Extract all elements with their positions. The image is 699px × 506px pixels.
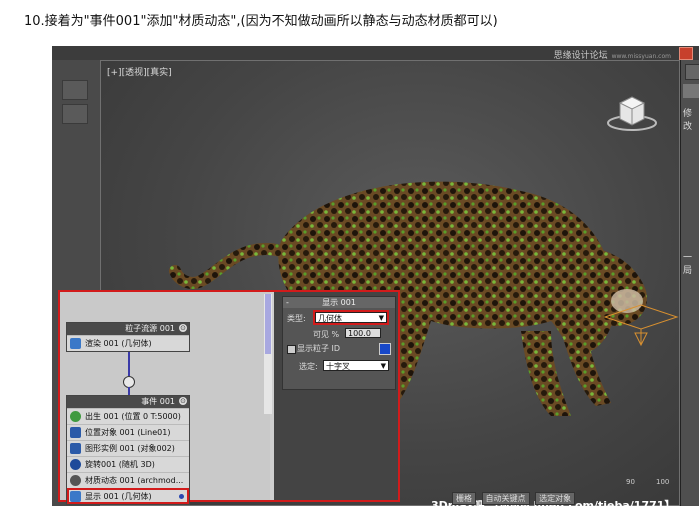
rotation-icon — [70, 459, 81, 470]
selected-label: 选定: — [299, 362, 318, 371]
event-node[interactable]: 事件 001 ⊙ 出生 001 (位置 0 T:5000) 位置对象 001 (L… — [66, 395, 190, 505]
shape-instance-operator[interactable]: 图形实例 001 (对象002) — [67, 440, 189, 456]
visible-percent-spinner[interactable]: 100.0 — [345, 328, 381, 338]
viewcube-icon[interactable] — [607, 93, 657, 133]
flow-source-node[interactable]: 粒子流源 001 ⊙ 渲染 001 (几何体) — [66, 322, 190, 352]
particle-view-window: 粒子流源 001 ⊙ 渲染 001 (几何体) 事件 001 ⊙ 出生 001 (位… — [58, 290, 400, 505]
display-rollout: - 显示 001 类型: 几何体 ▼ 可见 % 100.0 显示粒子 ID 选定: … — [282, 296, 396, 390]
rollout-title[interactable]: - 显示 001 — [283, 297, 395, 308]
auto-key-button[interactable]: 自动关键点 — [481, 492, 530, 505]
flow-node-title[interactable]: 粒子流源 001 ⊙ — [67, 323, 189, 335]
position-icon — [70, 427, 81, 438]
title-bar: 思缘设计论坛 www.missyuan.com — [52, 46, 699, 61]
rotation-operator[interactable]: 旋转001 (随机 3D) — [67, 456, 189, 472]
display-icon — [70, 491, 81, 502]
step-caption: 10.接着为"事件001"添加"材质动态",(因为不知做动画所以静态与动态材质都… — [24, 14, 498, 29]
render-operator[interactable]: 渲染 001 (几何体) — [67, 335, 189, 351]
selected-dropdown[interactable]: 十字叉 ▼ — [323, 360, 389, 371]
type-label: 类型: — [287, 314, 306, 323]
type-dropdown[interactable]: 几何体 ▼ — [313, 310, 389, 325]
app-icon[interactable] — [679, 47, 693, 60]
graph-scrollbar[interactable] — [264, 294, 272, 414]
viewport-label[interactable]: [+][透视][真实] — [107, 65, 172, 78]
show-id-checkbox[interactable] — [287, 345, 296, 354]
event-node-title[interactable]: 事件 001 ⊙ — [67, 396, 189, 408]
parameters-panel: - 显示 001 类型: 几何体 ▼ 可见 % 100.0 显示粒子 ID 选定: … — [274, 292, 398, 500]
modify-tab-label: 修改 — [683, 109, 693, 132]
birth-operator[interactable]: 出生 001 (位置 0 T:5000) — [67, 408, 189, 424]
modify-tab[interactable] — [683, 84, 699, 98]
display-operator[interactable]: 显示 001 (几何体) — [67, 488, 189, 504]
bottom-toolbar: 栅格 自动关键点 选定对象 — [452, 492, 578, 505]
timeline-tick: 90 — [626, 478, 635, 486]
grid-button[interactable]: 栅格 — [452, 492, 476, 505]
shape-icon — [70, 443, 81, 454]
tool-button[interactable] — [62, 104, 88, 124]
color-swatch[interactable] — [379, 343, 391, 355]
tool-button[interactable] — [62, 80, 88, 100]
node-toggle-icon[interactable]: ⊙ — [179, 324, 187, 332]
command-panel: 修改 一局 — [680, 60, 699, 506]
show-id-label: 显示粒子 ID — [297, 344, 341, 353]
panel-label: 一局 — [683, 253, 693, 276]
node-toggle-icon[interactable]: ⊙ — [179, 397, 187, 405]
selected-object-button[interactable]: 选定对象 — [535, 492, 576, 505]
render-icon — [70, 338, 81, 349]
material-icon — [70, 475, 81, 486]
material-dynamic-operator[interactable]: 材质动态 001 (archmod... — [67, 472, 189, 488]
scroll-thumb[interactable] — [265, 294, 271, 354]
birth-icon — [70, 411, 81, 422]
particle-emitter-gizmo[interactable] — [601, 299, 681, 349]
display-color-dot — [179, 494, 184, 499]
visible-label: 可见 % — [313, 330, 340, 339]
particle-graph-area[interactable]: 粒子流源 001 ⊙ 渲染 001 (几何体) 事件 001 ⊙ 出生 001 (位… — [60, 292, 272, 505]
panel-button[interactable] — [685, 64, 699, 80]
event-wire — [128, 387, 130, 395]
timeline-tick: 100 — [656, 478, 670, 486]
event-wire — [128, 352, 130, 376]
position-object-operator[interactable]: 位置对象 001 (Line01) — [67, 424, 189, 440]
max-screenshot: 思缘设计论坛 www.missyuan.com [+][透视][真实] 【www… — [52, 46, 699, 506]
